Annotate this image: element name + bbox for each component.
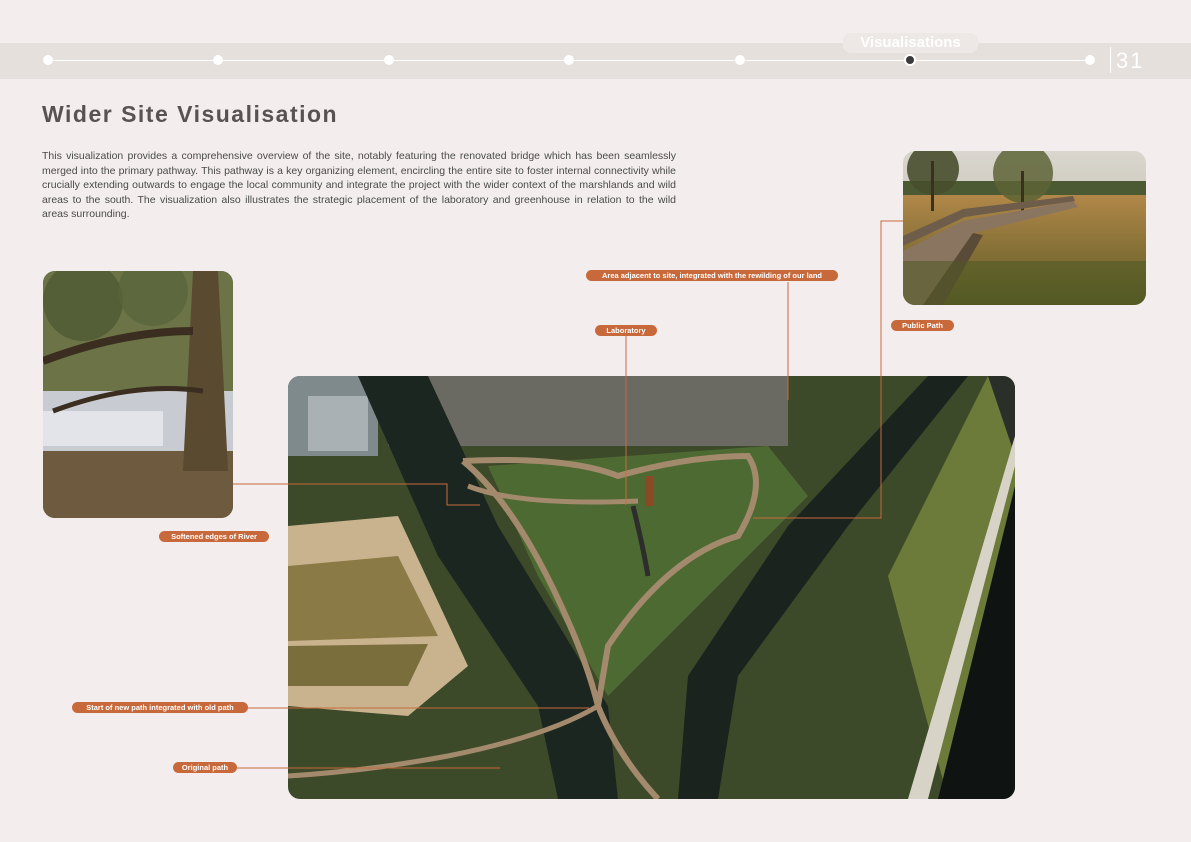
timeline-step-6-active[interactable] — [904, 54, 916, 66]
page-title: Wider Site Visualisation — [42, 101, 339, 127]
section-label[interactable]: Visualisations — [843, 33, 978, 53]
annotation-start-new-path: Start of new path integrated with old pa… — [72, 702, 248, 713]
timeline-step-4[interactable] — [564, 55, 574, 65]
boardwalk-photo — [903, 151, 1146, 305]
annotation-laboratory: Laboratory — [595, 325, 657, 336]
timeline-step-3[interactable] — [384, 55, 394, 65]
aerial-site-photo — [288, 376, 1015, 799]
river-tree-photo — [43, 271, 233, 518]
page-number: 31 — [1116, 48, 1145, 73]
annotation-softened-edges: Softened edges of River — [159, 531, 269, 542]
timeline-step-1[interactable] — [43, 55, 53, 65]
timeline-step-5[interactable] — [735, 55, 745, 65]
timeline-step-7[interactable] — [1085, 55, 1095, 65]
header-band — [0, 43, 1191, 79]
annotation-area-adjacent: Area adjacent to site, integrated with t… — [586, 270, 838, 281]
annotation-public-path: Public Path — [891, 320, 954, 331]
timeline-step-2[interactable] — [213, 55, 223, 65]
intro-paragraph: This visualization provides a comprehens… — [42, 150, 676, 221]
annotation-original-path: Original path — [173, 762, 237, 773]
page-divider — [1110, 47, 1111, 73]
